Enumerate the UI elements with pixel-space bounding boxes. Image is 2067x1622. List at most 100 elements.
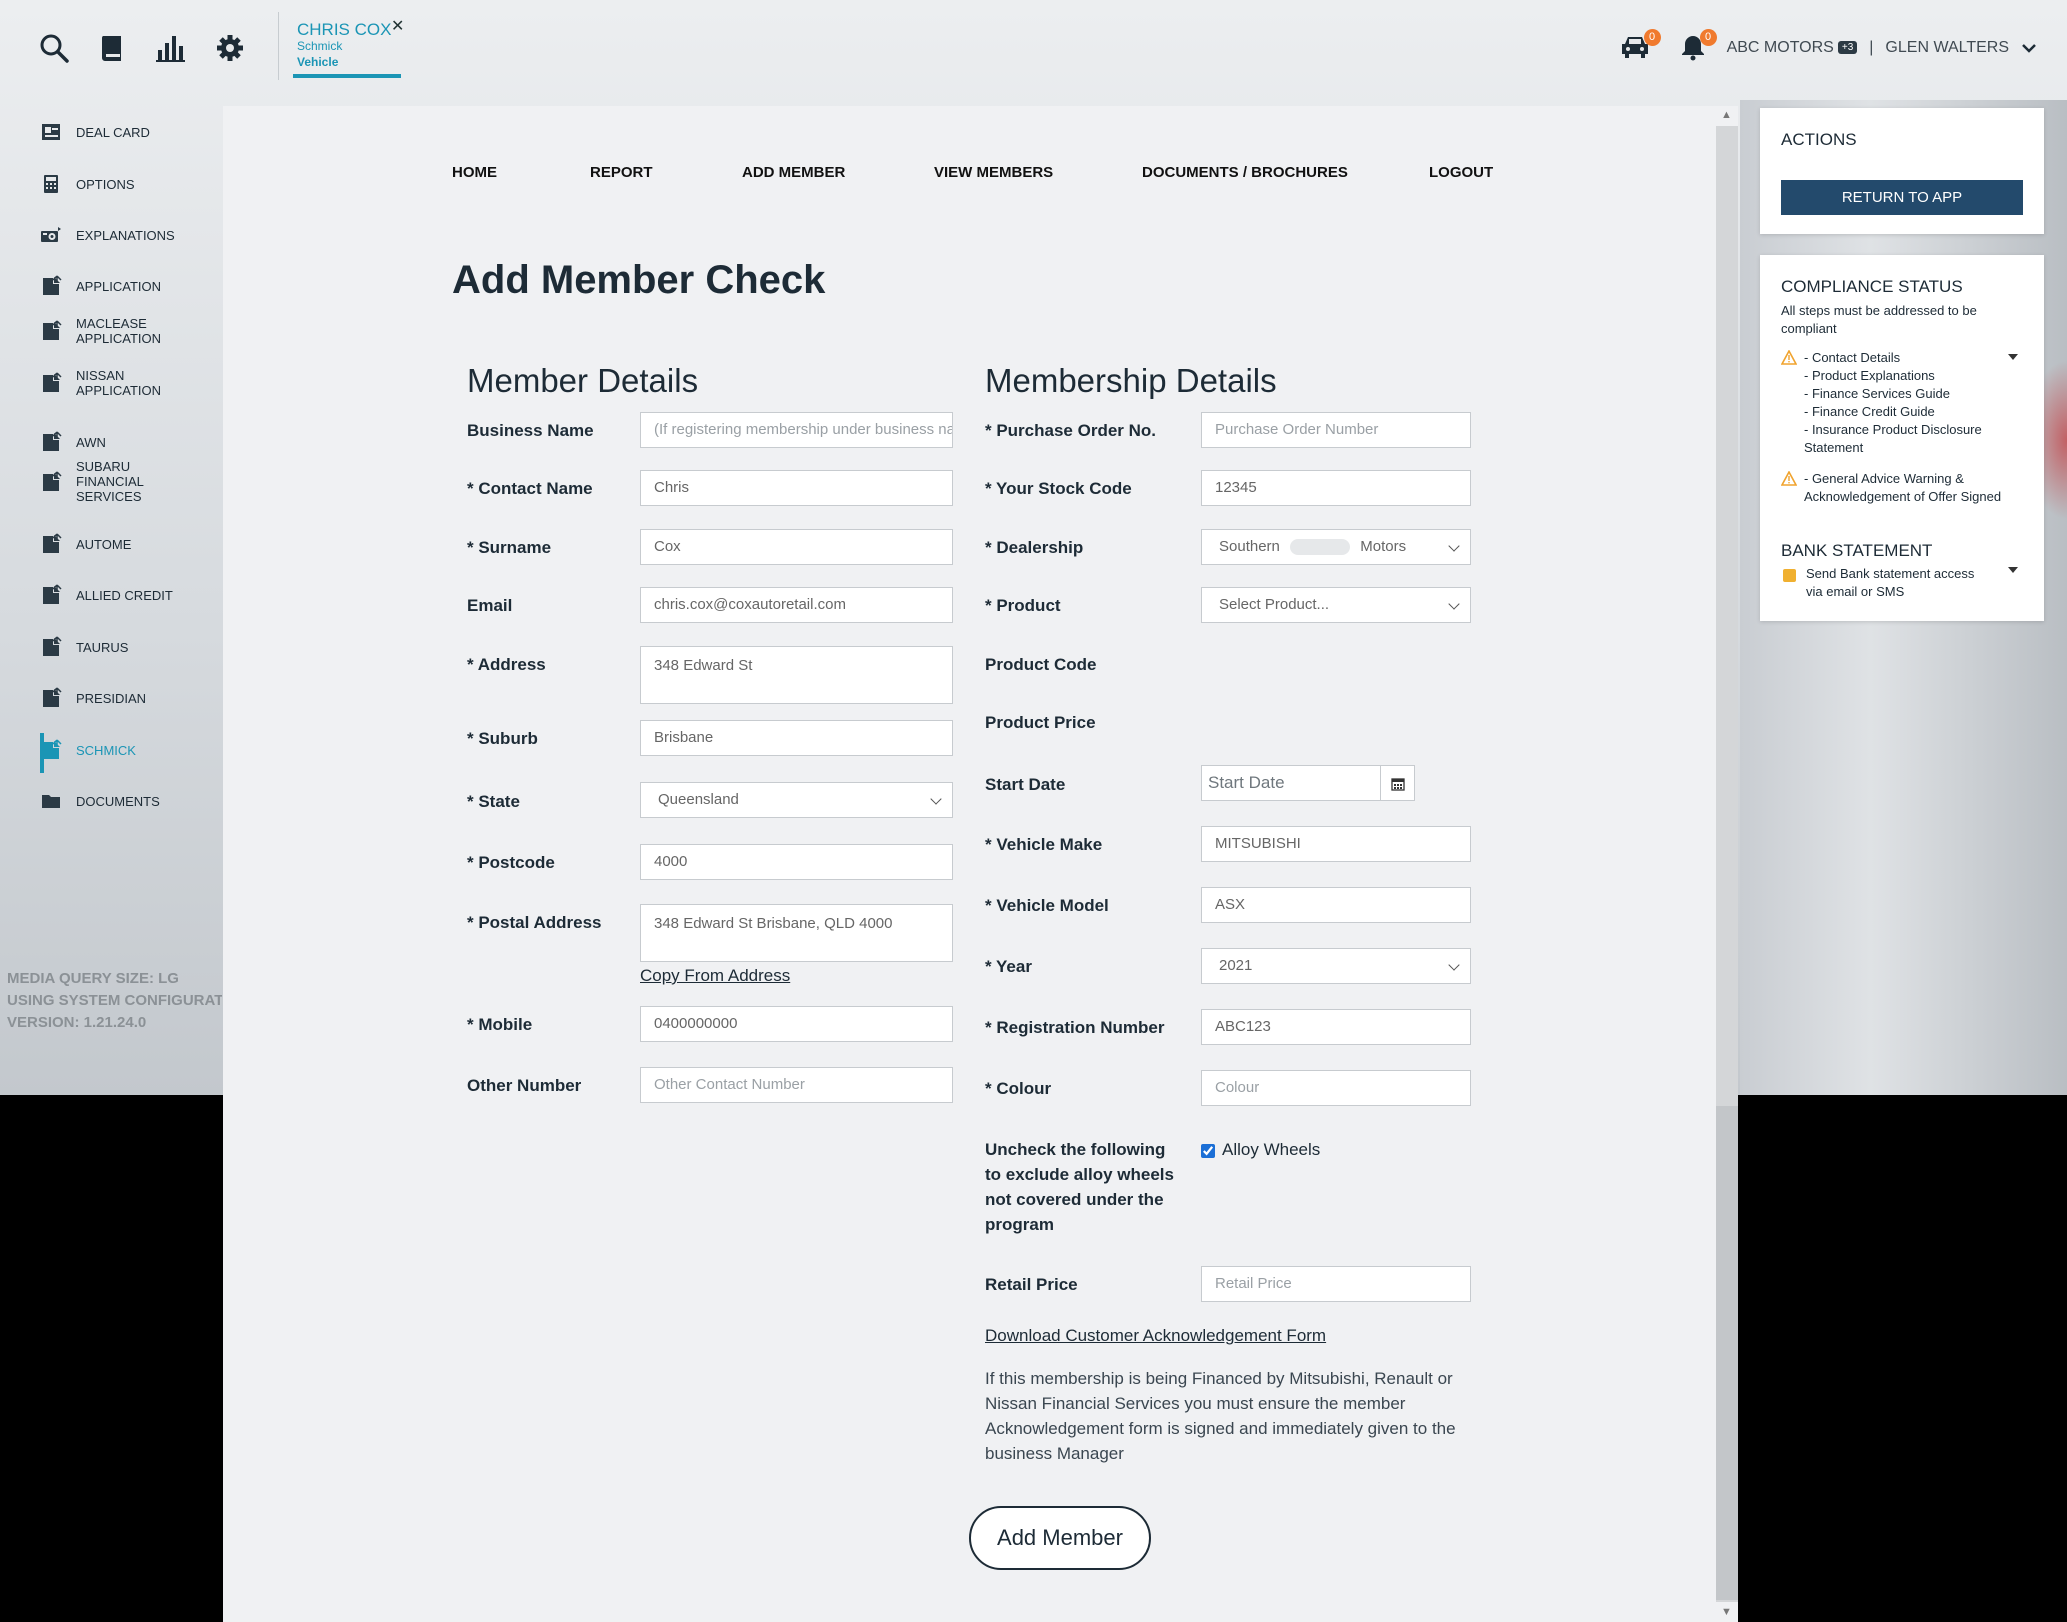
- sidebar-item-label: TAURUS: [76, 639, 129, 655]
- nav-report[interactable]: REPORT: [590, 164, 653, 181]
- main-content: HOME REPORT ADD MEMBER VIEW MEMBERS DOCU…: [223, 106, 1717, 1622]
- contact-name-label: * Contact Name: [467, 479, 593, 498]
- vehicle-make-input[interactable]: MITSUBISHI: [1201, 826, 1471, 862]
- nav-add-member[interactable]: ADD MEMBER: [742, 164, 845, 181]
- sidebar-item-allied-credit[interactable]: ALLIED CREDIT: [40, 584, 220, 606]
- stock-code-input[interactable]: 12345: [1201, 470, 1471, 506]
- scrollbar-thumb[interactable]: [1716, 1106, 1738, 1600]
- car-button[interactable]: 0: [1619, 29, 1661, 63]
- sidebar-item-label: SCHMICK: [76, 742, 136, 758]
- product-code-label: Product Code: [985, 655, 1097, 674]
- sidebar-item-subaru-financial-services[interactable]: SUBARU FINANCIAL SERVICES: [40, 459, 220, 504]
- chevron-down-icon[interactable]: [2021, 42, 2037, 54]
- alloy-wheels-checkbox[interactable]: [1201, 1144, 1215, 1158]
- product-select[interactable]: Select Product...: [1201, 587, 1471, 623]
- company-selector[interactable]: ABC MOTORS +3: [1727, 39, 1858, 57]
- customer-tab[interactable]: CHRIS COX Schmick Vehicle ✕: [278, 12, 404, 80]
- document-upload-icon: [43, 470, 62, 491]
- mobile-input[interactable]: 0400000000: [640, 1006, 953, 1042]
- document-upload-icon: [43, 584, 62, 604]
- sidebar-item-application[interactable]: APPLICATION: [40, 275, 220, 297]
- vehicle-model-input[interactable]: ASX: [1201, 887, 1471, 923]
- nav-view-members[interactable]: VIEW MEMBERS: [934, 164, 1053, 181]
- user-menu[interactable]: GLEN WALTERS: [1885, 39, 2009, 57]
- sidebar-item-autome[interactable]: AUTOME: [40, 533, 220, 555]
- nav-documents-brochures[interactable]: DOCUMENTS / BROCHURES: [1142, 164, 1348, 181]
- tab-underline: [293, 74, 401, 78]
- sidebar-item-presidian[interactable]: PRESIDIAN: [40, 687, 220, 709]
- business-name-input[interactable]: (If registering membership under busines…: [640, 412, 953, 448]
- download-acknowledgement-link[interactable]: Download Customer Acknowledgement Form: [985, 1326, 1326, 1346]
- other-number-input[interactable]: Other Contact Number: [640, 1067, 953, 1103]
- book-icon[interactable]: [94, 30, 130, 66]
- purchase-order-input[interactable]: Purchase Order Number: [1201, 412, 1471, 448]
- suburb-input[interactable]: Brisbane: [640, 720, 953, 756]
- email-input[interactable]: chris.cox@coxautoretail.com: [640, 587, 953, 623]
- scrollbar[interactable]: ▲ ▼: [1716, 106, 1738, 1622]
- product-label: * Product: [985, 596, 1061, 615]
- dealership-select[interactable]: Southern Motors: [1201, 529, 1471, 565]
- copy-from-address-link[interactable]: Copy From Address: [640, 966, 790, 986]
- nav-home[interactable]: HOME: [452, 164, 497, 181]
- customer-name: CHRIS COX: [297, 20, 392, 39]
- sidebar-item-awn[interactable]: AWN: [40, 431, 220, 453]
- search-icon[interactable]: [36, 30, 72, 66]
- sidebar-item-label: OPTIONS: [76, 176, 135, 192]
- start-date-input[interactable]: Start Date: [1201, 765, 1381, 801]
- customer-tab-sub2: Vehicle: [297, 55, 339, 69]
- address-input[interactable]: 348 Edward St: [640, 646, 953, 704]
- colour-input[interactable]: Colour: [1201, 1070, 1471, 1106]
- sidebar-item-nissan-application[interactable]: NISSAN APPLICATION: [40, 368, 220, 398]
- dealership-label: * Dealership: [985, 538, 1084, 557]
- gear-icon[interactable]: [212, 30, 248, 66]
- suburb-label: * Suburb: [467, 729, 538, 748]
- main-nav: HOME REPORT ADD MEMBER VIEW MEMBERS DOCU…: [223, 164, 1717, 194]
- retail-price-input[interactable]: Retail Price: [1201, 1266, 1471, 1302]
- contact-name-input[interactable]: Chris: [640, 470, 953, 506]
- chevron-down-icon[interactable]: [2008, 354, 2018, 360]
- compliance-step: - Finance Services Guide: [1804, 386, 1950, 401]
- return-to-app-button[interactable]: RETURN TO APP: [1781, 180, 2023, 215]
- bar-chart-icon[interactable]: [153, 30, 189, 66]
- surname-input[interactable]: Cox: [640, 529, 953, 565]
- calendar-button[interactable]: [1380, 765, 1415, 801]
- close-icon[interactable]: ✕: [391, 16, 404, 36]
- chevron-down-icon[interactable]: [2008, 567, 2018, 573]
- compliance-step: - Finance Credit Guide: [1804, 404, 1935, 419]
- add-member-button[interactable]: Add Member: [969, 1506, 1151, 1570]
- scroll-up-icon[interactable]: ▲: [1721, 109, 1732, 121]
- address-label: * Address: [467, 655, 546, 674]
- scroll-down-icon[interactable]: ▼: [1721, 1606, 1732, 1618]
- debug-line: VERSION: 1.21.24.0: [7, 1014, 147, 1031]
- sidebar-item-taurus[interactable]: TAURUS: [40, 636, 220, 658]
- alloy-wheels-label[interactable]: Alloy Wheels: [1222, 1140, 1320, 1160]
- surname-label: * Surname: [467, 538, 552, 557]
- mobile-label: * Mobile: [467, 1015, 533, 1034]
- sidebar-item-documents[interactable]: DOCUMENTS: [40, 790, 220, 812]
- sidebar-item-options[interactable]: OPTIONS: [40, 173, 220, 195]
- notifications-button[interactable]: 0: [1679, 29, 1717, 63]
- finance-note: If this membership is being Financed by …: [985, 1369, 1456, 1463]
- debug-info: MEDIA QUERY SIZE: LG USING SYSTEM CONFIG…: [7, 968, 222, 1034]
- company-count-badge: +3: [1837, 41, 1858, 55]
- compliance-step: Acknowledgement of Offer Signed: [1804, 489, 2002, 504]
- compliance-step: - Product Explanations: [1804, 368, 1935, 383]
- document-upload-icon: [43, 739, 62, 759]
- postcode-input[interactable]: 4000: [640, 844, 953, 880]
- postal-address-input[interactable]: 348 Edward St Brisbane, QLD 4000: [640, 904, 953, 962]
- year-select[interactable]: 2021: [1201, 948, 1471, 984]
- sidebar-item-label: AUTOME: [76, 536, 132, 552]
- postcode-label: * Postcode: [467, 853, 555, 872]
- stock-code-label: * Your Stock Code: [985, 479, 1132, 498]
- sidebar-item-schmick[interactable]: SCHMICK: [40, 739, 220, 761]
- state-select[interactable]: Queensland: [640, 782, 953, 818]
- registration-input[interactable]: ABC123: [1201, 1009, 1471, 1045]
- compliance-step: - Contact Details: [1804, 350, 1901, 365]
- bell-badge: 0: [1699, 29, 1717, 46]
- nav-logout[interactable]: LOGOUT: [1429, 164, 1493, 181]
- membership-details-heading: Membership Details: [985, 362, 1277, 399]
- sidebar-item-maclease-application[interactable]: MACLEASE APPLICATION: [40, 316, 220, 346]
- document-upload-icon: [43, 636, 62, 656]
- sidebar-item-deal-card[interactable]: DEAL CARD: [40, 121, 220, 143]
- sidebar-item-explanations[interactable]: EXPLANATIONS: [40, 224, 220, 246]
